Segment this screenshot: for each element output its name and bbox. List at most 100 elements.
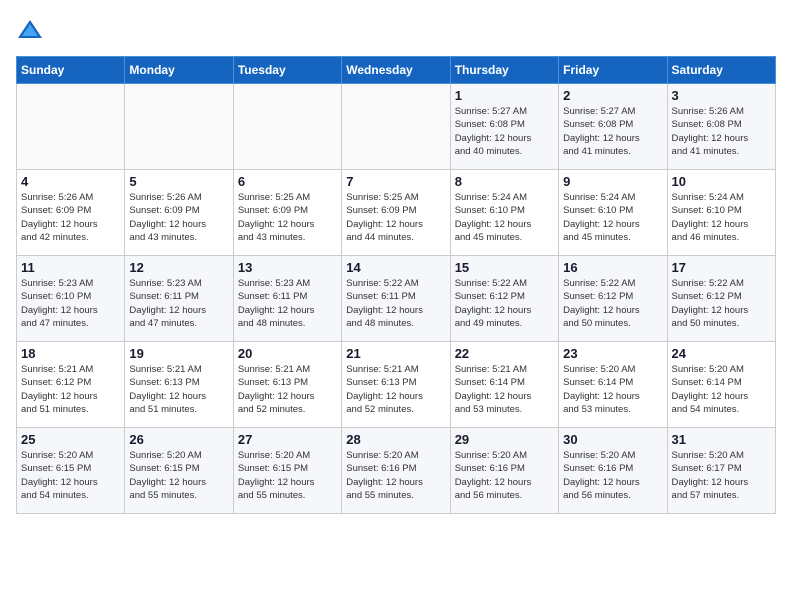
day-info: Sunrise: 5:20 AM Sunset: 6:15 PM Dayligh… <box>21 449 120 502</box>
day-number: 17 <box>672 260 771 275</box>
day-info: Sunrise: 5:27 AM Sunset: 6:08 PM Dayligh… <box>455 105 554 158</box>
calendar-cell: 9 Sunrise: 5:24 AM Sunset: 6:10 PM Daylig… <box>559 170 667 256</box>
day-number: 27 <box>238 432 337 447</box>
day-number: 3 <box>672 88 771 103</box>
day-number: 9 <box>563 174 662 189</box>
calendar-cell <box>125 84 233 170</box>
day-info: Sunrise: 5:26 AM Sunset: 6:09 PM Dayligh… <box>21 191 120 244</box>
calendar-cell: 31Sunrise: 5:20 AM Sunset: 6:17 PM Dayli… <box>667 428 775 514</box>
day-info: Sunrise: 5:21 AM Sunset: 6:12 PM Dayligh… <box>21 363 120 416</box>
calendar-cell: 10 Sunrise: 5:24 AM Sunset: 6:10 PM Dayli… <box>667 170 775 256</box>
calendar-cell: 18 Sunrise: 5:21 AM Sunset: 6:12 PM Dayli… <box>17 342 125 428</box>
weekday-header-monday: Monday <box>125 57 233 84</box>
day-info: Sunrise: 5:20 AM Sunset: 6:15 PM Dayligh… <box>238 449 337 502</box>
day-info: Sunrise: 5:21 AM Sunset: 6:13 PM Dayligh… <box>346 363 445 416</box>
calendar-cell: 30 Sunrise: 5:20 AM Sunset: 6:16 PM Dayli… <box>559 428 667 514</box>
calendar-cell: 25 Sunrise: 5:20 AM Sunset: 6:15 PM Dayli… <box>17 428 125 514</box>
calendar-cell: 16 Sunrise: 5:22 AM Sunset: 6:12 PM Dayli… <box>559 256 667 342</box>
calendar-cell: 12Sunrise: 5:23 AM Sunset: 6:11 PM Dayli… <box>125 256 233 342</box>
day-number: 1 <box>455 88 554 103</box>
day-info: Sunrise: 5:20 AM Sunset: 6:16 PM Dayligh… <box>346 449 445 502</box>
day-info: Sunrise: 5:24 AM Sunset: 6:10 PM Dayligh… <box>563 191 662 244</box>
day-info: Sunrise: 5:20 AM Sunset: 6:15 PM Dayligh… <box>129 449 228 502</box>
day-number: 28 <box>346 432 445 447</box>
day-info: Sunrise: 5:22 AM Sunset: 6:12 PM Dayligh… <box>672 277 771 330</box>
weekday-header-sunday: Sunday <box>17 57 125 84</box>
calendar-cell: 5 Sunrise: 5:26 AM Sunset: 6:09 PM Daylig… <box>125 170 233 256</box>
calendar-cell: 26 Sunrise: 5:20 AM Sunset: 6:15 PM Dayli… <box>125 428 233 514</box>
day-info: Sunrise: 5:20 AM Sunset: 6:16 PM Dayligh… <box>563 449 662 502</box>
calendar-cell: 2 Sunrise: 5:27 AM Sunset: 6:08 PM Daylig… <box>559 84 667 170</box>
day-number: 11 <box>21 260 120 275</box>
calendar-table: SundayMondayTuesdayWednesdayThursdayFrid… <box>16 56 776 514</box>
day-info: Sunrise: 5:21 AM Sunset: 6:14 PM Dayligh… <box>455 363 554 416</box>
calendar-cell: 17 Sunrise: 5:22 AM Sunset: 6:12 PM Dayli… <box>667 256 775 342</box>
day-info: Sunrise: 5:25 AM Sunset: 6:09 PM Dayligh… <box>238 191 337 244</box>
day-number: 6 <box>238 174 337 189</box>
day-info: Sunrise: 5:25 AM Sunset: 6:09 PM Dayligh… <box>346 191 445 244</box>
calendar-cell: 28 Sunrise: 5:20 AM Sunset: 6:16 PM Dayli… <box>342 428 450 514</box>
day-info: Sunrise: 5:23 AM Sunset: 6:11 PM Dayligh… <box>129 277 228 330</box>
day-info: Sunrise: 5:23 AM Sunset: 6:10 PM Dayligh… <box>21 277 120 330</box>
day-info: Sunrise: 5:20 AM Sunset: 6:16 PM Dayligh… <box>455 449 554 502</box>
day-number: 8 <box>455 174 554 189</box>
day-info: Sunrise: 5:27 AM Sunset: 6:08 PM Dayligh… <box>563 105 662 158</box>
calendar-cell: 13Sunrise: 5:23 AM Sunset: 6:11 PM Dayli… <box>233 256 341 342</box>
weekday-header-friday: Friday <box>559 57 667 84</box>
weekday-header-saturday: Saturday <box>667 57 775 84</box>
logo-icon <box>16 16 44 44</box>
day-number: 2 <box>563 88 662 103</box>
calendar-cell: 6 Sunrise: 5:25 AM Sunset: 6:09 PM Daylig… <box>233 170 341 256</box>
day-number: 24 <box>672 346 771 361</box>
day-info: Sunrise: 5:22 AM Sunset: 6:12 PM Dayligh… <box>563 277 662 330</box>
calendar-cell: 19 Sunrise: 5:21 AM Sunset: 6:13 PM Dayli… <box>125 342 233 428</box>
calendar-week-row: 25 Sunrise: 5:20 AM Sunset: 6:15 PM Dayli… <box>17 428 776 514</box>
calendar-week-row: 1 Sunrise: 5:27 AM Sunset: 6:08 PM Daylig… <box>17 84 776 170</box>
day-info: Sunrise: 5:20 AM Sunset: 6:17 PM Dayligh… <box>672 449 771 502</box>
day-number: 22 <box>455 346 554 361</box>
day-number: 30 <box>563 432 662 447</box>
day-number: 16 <box>563 260 662 275</box>
day-number: 25 <box>21 432 120 447</box>
logo <box>16 16 48 44</box>
day-number: 5 <box>129 174 228 189</box>
calendar-cell: 20 Sunrise: 5:21 AM Sunset: 6:13 PM Dayli… <box>233 342 341 428</box>
calendar-cell: 11 Sunrise: 5:23 AM Sunset: 6:10 PM Dayli… <box>17 256 125 342</box>
day-number: 20 <box>238 346 337 361</box>
weekday-header-tuesday: Tuesday <box>233 57 341 84</box>
day-info: Sunrise: 5:24 AM Sunset: 6:10 PM Dayligh… <box>672 191 771 244</box>
day-number: 21 <box>346 346 445 361</box>
day-info: Sunrise: 5:20 AM Sunset: 6:14 PM Dayligh… <box>563 363 662 416</box>
day-number: 18 <box>21 346 120 361</box>
day-number: 15 <box>455 260 554 275</box>
day-number: 14 <box>346 260 445 275</box>
calendar-week-row: 11 Sunrise: 5:23 AM Sunset: 6:10 PM Dayli… <box>17 256 776 342</box>
calendar-cell: 29 Sunrise: 5:20 AM Sunset: 6:16 PM Dayli… <box>450 428 558 514</box>
calendar-cell: 7Sunrise: 5:25 AM Sunset: 6:09 PM Daylig… <box>342 170 450 256</box>
calendar-cell <box>342 84 450 170</box>
calendar-cell: 23 Sunrise: 5:20 AM Sunset: 6:14 PM Dayli… <box>559 342 667 428</box>
calendar-cell: 15Sunrise: 5:22 AM Sunset: 6:12 PM Dayli… <box>450 256 558 342</box>
day-number: 23 <box>563 346 662 361</box>
calendar-cell: 1 Sunrise: 5:27 AM Sunset: 6:08 PM Daylig… <box>450 84 558 170</box>
day-info: Sunrise: 5:26 AM Sunset: 6:09 PM Dayligh… <box>129 191 228 244</box>
calendar-cell <box>233 84 341 170</box>
calendar-cell <box>17 84 125 170</box>
day-number: 26 <box>129 432 228 447</box>
day-info: Sunrise: 5:21 AM Sunset: 6:13 PM Dayligh… <box>129 363 228 416</box>
day-number: 10 <box>672 174 771 189</box>
page-header <box>16 16 776 44</box>
day-number: 13 <box>238 260 337 275</box>
calendar-cell: 3 Sunrise: 5:26 AM Sunset: 6:08 PM Daylig… <box>667 84 775 170</box>
day-info: Sunrise: 5:26 AM Sunset: 6:08 PM Dayligh… <box>672 105 771 158</box>
calendar-cell: 21 Sunrise: 5:21 AM Sunset: 6:13 PM Dayli… <box>342 342 450 428</box>
calendar-cell: 8Sunrise: 5:24 AM Sunset: 6:10 PM Daylig… <box>450 170 558 256</box>
day-info: Sunrise: 5:22 AM Sunset: 6:11 PM Dayligh… <box>346 277 445 330</box>
day-number: 29 <box>455 432 554 447</box>
day-info: Sunrise: 5:20 AM Sunset: 6:14 PM Dayligh… <box>672 363 771 416</box>
day-info: Sunrise: 5:21 AM Sunset: 6:13 PM Dayligh… <box>238 363 337 416</box>
calendar-cell: 22 Sunrise: 5:21 AM Sunset: 6:14 PM Dayli… <box>450 342 558 428</box>
weekday-header-thursday: Thursday <box>450 57 558 84</box>
day-number: 19 <box>129 346 228 361</box>
calendar-week-row: 4Sunrise: 5:26 AM Sunset: 6:09 PM Daylig… <box>17 170 776 256</box>
